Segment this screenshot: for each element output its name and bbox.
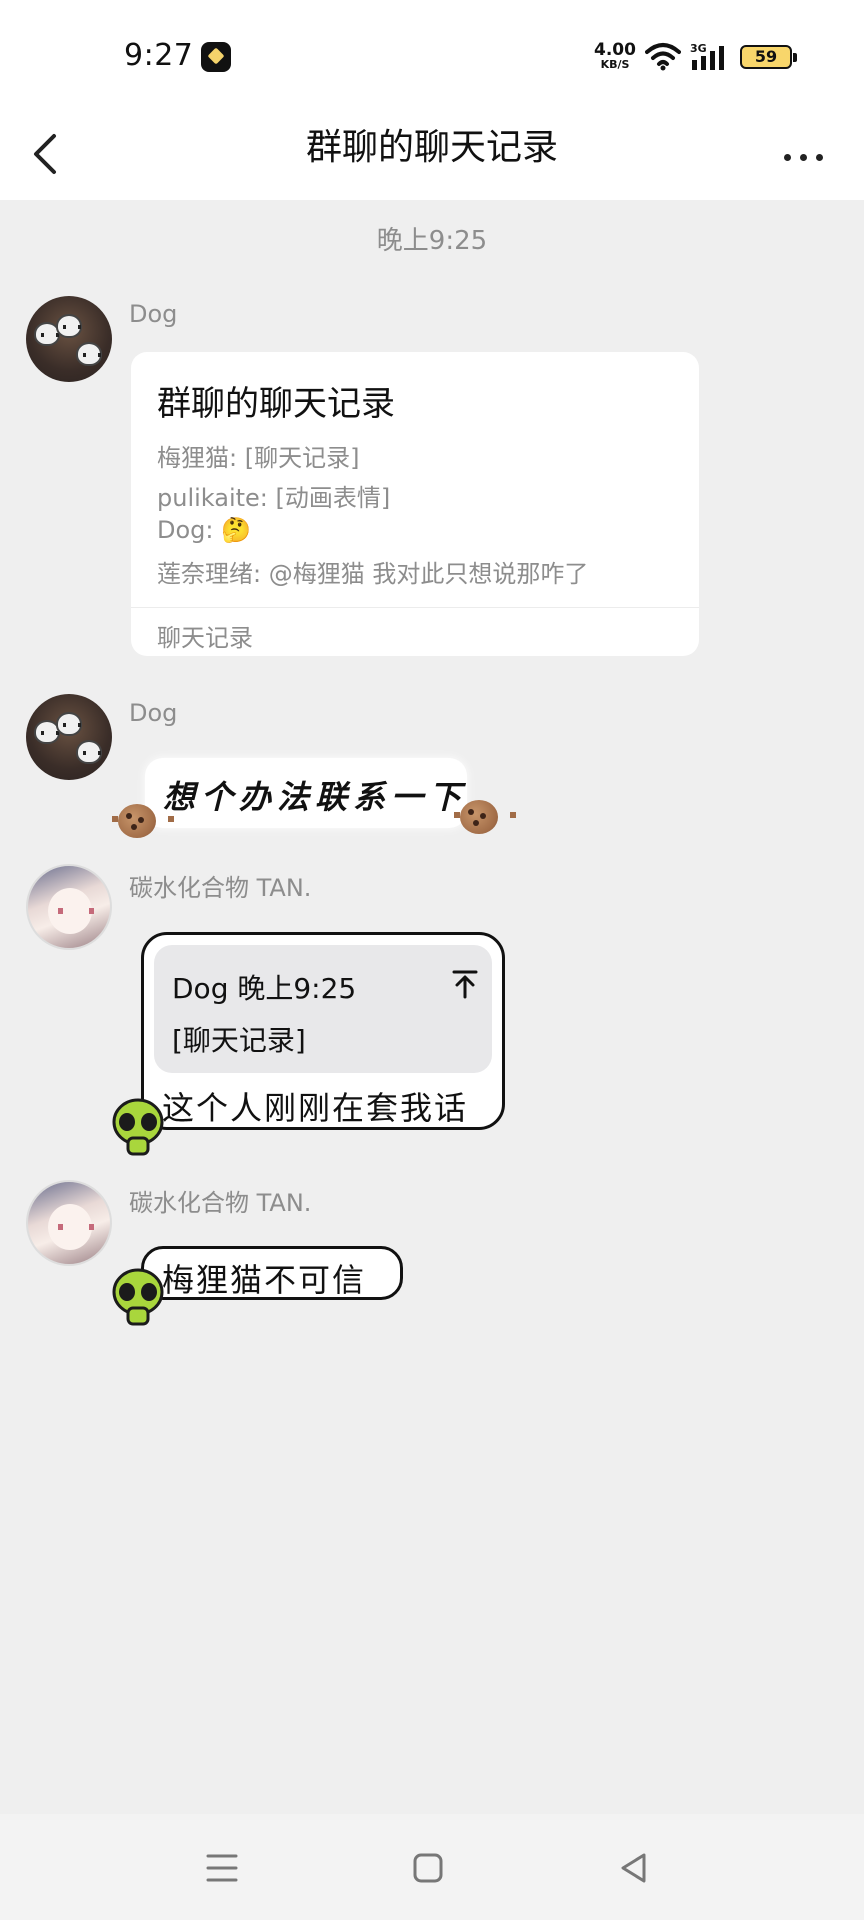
- message-text: 梅狸猫不可信: [162, 1261, 367, 1299]
- avatar-dog[interactable]: [26, 296, 112, 382]
- status-time: 9:27: [124, 38, 194, 73]
- wifi-icon: [645, 43, 681, 71]
- quoted-text: [聊天记录]: [172, 1024, 306, 1057]
- message-text: 这个人刚刚在套我话: [162, 1089, 469, 1127]
- network-speed-unit: KB/S: [600, 58, 630, 71]
- jump-to-message-icon[interactable]: [450, 969, 480, 999]
- forwarded-line: 梅狸猫: [聊天记录]: [157, 444, 360, 472]
- cookie-decoration-icon: [112, 804, 174, 838]
- message-text: 想个办法联系一下: [163, 778, 468, 816]
- divider: [131, 607, 699, 608]
- back-triangle-icon[interactable]: [614, 1848, 654, 1888]
- forwarded-line: 莲奈理绪: @梅狸猫 我对此只想说那咋了: [157, 560, 589, 588]
- menu-icon[interactable]: [202, 1848, 242, 1888]
- forwarded-card-title: 群聊的聊天记录: [157, 384, 395, 424]
- home-icon[interactable]: [408, 1848, 448, 1888]
- system-navigation-bar: [0, 1814, 864, 1920]
- avatar-dog[interactable]: [26, 694, 112, 780]
- sender-name: 碳水化合物 TAN.: [129, 874, 312, 902]
- cookie-decoration-icon: [454, 800, 516, 834]
- sender-name: Dog: [129, 300, 178, 328]
- message-bubble[interactable]: 梅狸猫不可信: [141, 1246, 403, 1300]
- quoted-message[interactable]: Dog 晚上9:25 [聊天记录]: [154, 945, 492, 1073]
- reply-message-bubble[interactable]: Dog 晚上9:25 [聊天记录] 这个人刚刚在套我话: [141, 932, 505, 1130]
- alien-decoration-icon: [112, 1098, 164, 1156]
- more-options-button[interactable]: [776, 128, 832, 184]
- forwarded-line: Dog: 🤔: [157, 516, 251, 544]
- status-bar: 9:27 4.00 KB/S 3G 59: [0, 0, 864, 110]
- forwarded-card-footer: 聊天记录: [157, 624, 253, 652]
- forwarded-line: pulikaite: [动画表情]: [157, 484, 391, 512]
- cell-signal-icon: 3G: [690, 42, 730, 72]
- avatar-tan[interactable]: [26, 1180, 112, 1266]
- alien-decoration-icon: [112, 1268, 164, 1326]
- forwarded-chat-card[interactable]: 群聊的聊天记录 梅狸猫: [聊天记录] pulikaite: [动画表情] Do…: [131, 352, 699, 656]
- sender-name: Dog: [129, 699, 178, 727]
- notification-app-icon: [201, 42, 231, 72]
- sender-name: 碳水化合物 TAN.: [129, 1189, 312, 1217]
- nav-bar: 群聊的聊天记录: [0, 110, 864, 200]
- message-bubble[interactable]: 想个办法联系一下: [145, 758, 467, 828]
- avatar-tan[interactable]: [26, 864, 112, 950]
- network-speed: 4.00 KB/S: [593, 42, 637, 71]
- page-title: 群聊的聊天记录: [305, 127, 558, 168]
- battery-icon: 59: [740, 45, 797, 69]
- quoted-meta: Dog 晚上9:25: [172, 972, 357, 1005]
- network-speed-value: 4.00: [594, 40, 636, 60]
- chat-timestamp: 晚上9:25: [376, 226, 488, 256]
